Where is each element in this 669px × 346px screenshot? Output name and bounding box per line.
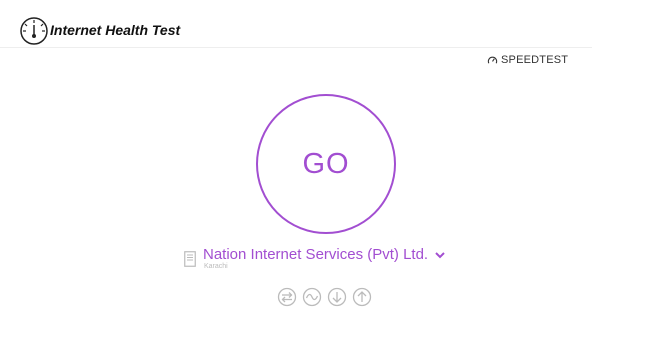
app-title: Internet Health Test (50, 22, 181, 38)
speedtest-label: SPEEDTEST (501, 54, 569, 66)
server-selector[interactable]: Nation Internet Services (Pvt) Ltd. (203, 246, 446, 263)
server-icon (184, 251, 196, 267)
metric-icons (277, 287, 377, 307)
download-icon (327, 287, 347, 307)
jitter-icon (302, 287, 322, 307)
speedometer-icon (20, 17, 48, 45)
speedtest-brand[interactable]: SPEEDTEST (487, 53, 568, 67)
go-button[interactable]: GO (256, 94, 396, 234)
upload-icon (352, 287, 372, 307)
go-label: GO (302, 147, 350, 180)
page: Internet Health Test SPEEDTEST GO Nation… (0, 0, 669, 346)
chevron-down-icon[interactable] (434, 249, 446, 261)
header: Internet Health Test (0, 0, 592, 48)
ping-icon (277, 287, 297, 307)
gauge-icon (487, 56, 498, 64)
provider-name: Nation Internet Services (Pvt) Ltd. (203, 246, 429, 263)
server-location: Karachi (204, 263, 228, 270)
